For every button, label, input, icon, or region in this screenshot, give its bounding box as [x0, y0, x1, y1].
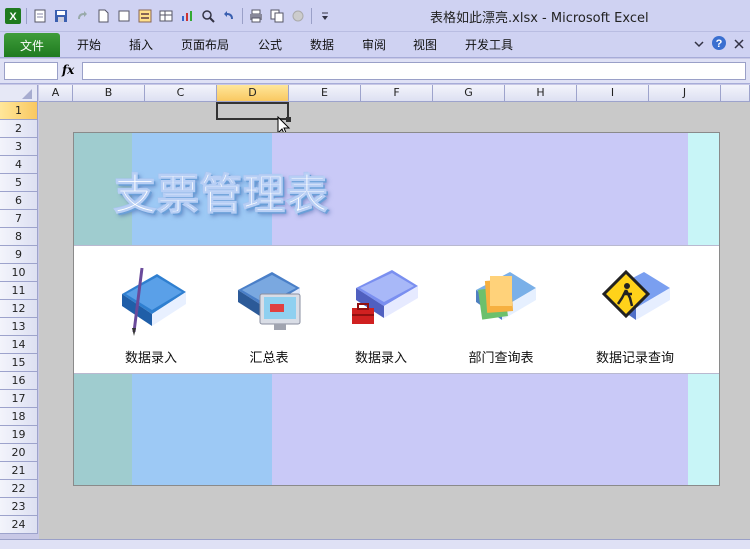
- column-header-i[interactable]: I: [577, 85, 649, 102]
- column-header-h[interactable]: H: [505, 85, 577, 102]
- tab-formulas[interactable]: 公式: [258, 36, 282, 53]
- row-header[interactable]: 4: [0, 156, 38, 174]
- select-all-corner[interactable]: [0, 85, 38, 102]
- undo-icon[interactable]: [220, 7, 238, 25]
- row-header[interactable]: 22: [0, 480, 38, 498]
- column-header-d[interactable]: D: [217, 85, 289, 102]
- new-file-icon[interactable]: [94, 7, 112, 25]
- column-header-e[interactable]: E: [289, 85, 361, 102]
- menu-item-data-entry-2[interactable]: 数据录入: [326, 264, 436, 366]
- menu-label: 数据录入: [124, 351, 177, 366]
- column-header-b[interactable]: B: [73, 85, 145, 102]
- chart-icon[interactable]: [178, 7, 196, 25]
- window-title: 表格如此漂亮.xlsx - Microsoft Excel: [430, 11, 649, 26]
- table-icon[interactable]: [157, 7, 175, 25]
- book-warning-sign-icon: [601, 269, 670, 320]
- dashboard-panel: 支票管理表 数据录入 汇总表 数据录入 部门查询表 数据记录查询: [73, 132, 720, 486]
- menu-label: 数据记录查询: [595, 351, 674, 366]
- row-header[interactable]: 20: [0, 444, 38, 462]
- tab-developer[interactable]: 开发工具: [465, 36, 513, 53]
- print-preview-icon[interactable]: [31, 7, 49, 25]
- column-header-overflow[interactable]: [721, 85, 750, 102]
- row-header[interactable]: 19: [0, 426, 38, 444]
- copy-icon[interactable]: [268, 7, 286, 25]
- column-header-g[interactable]: G: [433, 85, 505, 102]
- form-icon[interactable]: [136, 7, 154, 25]
- footer-band: [74, 374, 719, 485]
- tab-data[interactable]: 数据: [310, 36, 334, 53]
- row-header[interactable]: 5: [0, 174, 38, 192]
- menu-band: 数据录入 汇总表 数据录入 部门查询表 数据记录查询: [74, 245, 719, 374]
- blue-book-pen-icon: [122, 267, 186, 336]
- menu-label: 部门查询表: [468, 351, 534, 366]
- column-header-a[interactable]: A: [39, 85, 73, 102]
- book-folders-icon: [476, 272, 536, 320]
- row-header[interactable]: 7: [0, 210, 38, 228]
- column-header-j[interactable]: J: [649, 85, 721, 102]
- checkbox-icon[interactable]: [115, 7, 133, 25]
- row-header[interactable]: 17: [0, 390, 38, 408]
- row-header[interactable]: 16: [0, 372, 38, 390]
- formula-bar: fx: [0, 59, 750, 84]
- row-header[interactable]: 21: [0, 462, 38, 480]
- row-header[interactable]: 10: [0, 264, 38, 282]
- name-box[interactable]: [4, 62, 58, 80]
- row-header[interactable]: 23: [0, 498, 38, 516]
- printer-icon[interactable]: [247, 7, 265, 25]
- tab-page-layout[interactable]: 页面布局: [181, 36, 229, 53]
- redo-icon[interactable]: [73, 7, 91, 25]
- menu-label: 汇总表: [249, 351, 289, 366]
- row-header[interactable]: 9: [0, 246, 38, 264]
- disabled-circle-icon[interactable]: [289, 7, 307, 25]
- row-header[interactable]: 12: [0, 300, 38, 318]
- column-header-c[interactable]: C: [145, 85, 217, 102]
- book-monitor-icon: [238, 272, 301, 330]
- quick-access-toolbar: X: [4, 6, 334, 26]
- menu-item-dept-query[interactable]: 部门查询表: [446, 264, 556, 366]
- row-header[interactable]: 6: [0, 192, 38, 210]
- menu-item-data-entry-1[interactable]: 数据录入: [96, 264, 206, 366]
- excel-logo-icon[interactable]: X: [4, 7, 22, 25]
- ribbon-minimize-icon[interactable]: [694, 38, 704, 52]
- tab-home[interactable]: 开始: [77, 36, 101, 53]
- formula-input[interactable]: [82, 62, 746, 80]
- row-header[interactable]: 1: [0, 102, 38, 120]
- svg-text:X: X: [9, 11, 17, 23]
- row-header[interactable]: 15: [0, 354, 38, 372]
- row-header[interactable]: 13: [0, 318, 38, 336]
- save-icon[interactable]: [52, 7, 70, 25]
- ribbon-tabs: 文件 开始 插入 页面布局 公式 数据 审阅 视图 开发工具 ?: [0, 32, 750, 58]
- row-header[interactable]: 24: [0, 516, 38, 534]
- zoom-preview-icon[interactable]: [199, 7, 217, 25]
- row-header[interactable]: 8: [0, 228, 38, 246]
- title-bar: X 表格如此漂亮.xlsx - Microsoft Excel: [0, 0, 750, 32]
- row-header[interactable]: 3: [0, 138, 38, 156]
- help-icon[interactable]: ?: [711, 35, 727, 54]
- row-header[interactable]: 18: [0, 408, 38, 426]
- tab-insert[interactable]: 插入: [129, 36, 153, 53]
- row-header[interactable]: 2: [0, 120, 38, 138]
- customize-toolbar-icon[interactable]: [316, 7, 334, 25]
- menu-item-record-query[interactable]: 数据记录查询: [580, 264, 690, 366]
- menu-item-summary[interactable]: 汇总表: [214, 264, 324, 366]
- book-toolbox-icon: [352, 270, 418, 324]
- column-header-f[interactable]: F: [361, 85, 433, 102]
- svg-text:?: ?: [716, 38, 723, 50]
- tab-file[interactable]: 文件: [4, 33, 60, 57]
- menu-label: 数据录入: [354, 351, 407, 366]
- tab-view[interactable]: 视图: [413, 36, 437, 53]
- banner-band: 支票管理表: [74, 133, 719, 245]
- fx-icon[interactable]: fx: [62, 63, 74, 77]
- sheet-tabs-bar[interactable]: [0, 539, 750, 549]
- banner-title: 支票管理表: [113, 170, 330, 220]
- tab-review[interactable]: 审阅: [362, 36, 386, 53]
- row-header[interactable]: 14: [0, 336, 38, 354]
- row-header[interactable]: 11: [0, 282, 38, 300]
- close-workbook-icon[interactable]: [734, 38, 744, 52]
